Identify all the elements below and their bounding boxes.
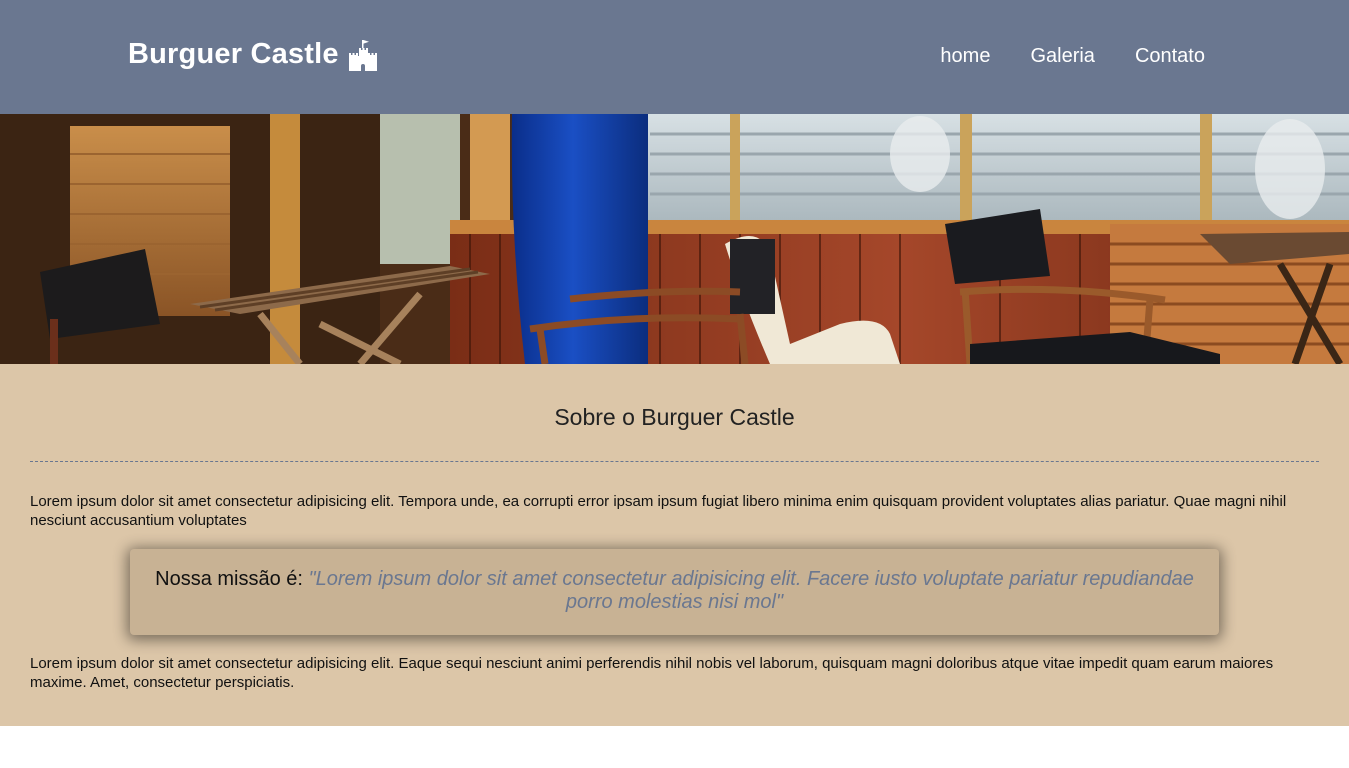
castle-icon <box>347 39 379 71</box>
section-divider <box>30 461 1319 462</box>
about-section: Sobre o Burguer Castle Lorem ipsum dolor… <box>0 364 1349 726</box>
nav-home-link[interactable]: home <box>940 45 990 68</box>
site-header: Burguer Castle home Galeria Contato <box>0 0 1349 114</box>
hero-banner <box>0 114 1349 364</box>
nav-galeria-link[interactable]: Galeria <box>1030 45 1094 68</box>
about-paragraph-1: Lorem ipsum dolor sit amet consectetur a… <box>30 493 1287 529</box>
brand-link[interactable]: Burguer Castle <box>128 38 379 71</box>
about-title: Sobre o Burguer Castle <box>554 404 795 430</box>
mission-label: Nossa missão é: <box>155 568 309 590</box>
mission-box: Nossa missão é: "Lorem ipsum dolor sit a… <box>130 549 1219 635</box>
cafe-terrace-photo <box>0 114 1349 364</box>
about-paragraph-2: Lorem ipsum dolor sit amet consectetur a… <box>30 655 1274 691</box>
main-nav: home Galeria Contato <box>940 45 1205 68</box>
mission-quote: "Lorem ipsum dolor sit amet consectetur … <box>308 568 1194 613</box>
brand-name: Burguer Castle <box>128 38 339 70</box>
nav-contato-link[interactable]: Contato <box>1135 45 1205 68</box>
